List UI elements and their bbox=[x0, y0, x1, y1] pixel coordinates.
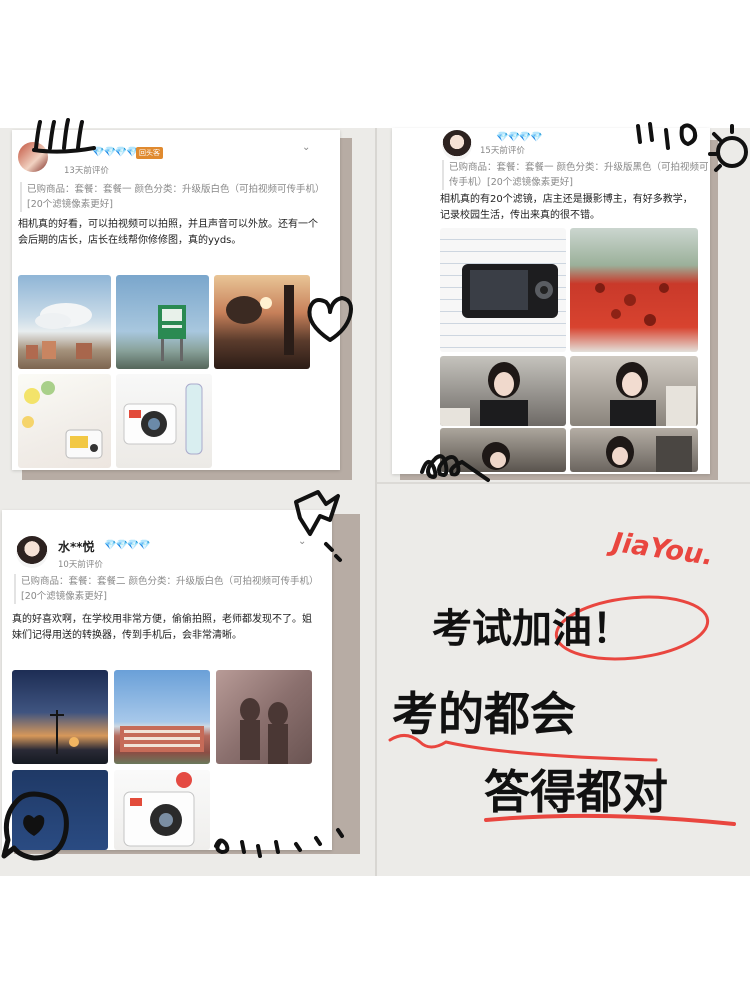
street-icon bbox=[226, 285, 294, 355]
review-photo-clouds[interactable] bbox=[18, 275, 111, 369]
returning-customer-badge: 回头客 bbox=[136, 147, 163, 159]
doodle-sun-icon bbox=[636, 122, 748, 172]
doodle-tally-icon bbox=[32, 118, 96, 154]
review-text: 相机真的好看，可以拍视频可以拍照，并且声音可以外放。还有一个会后期的店长，店长在… bbox=[18, 219, 318, 246]
username[interactable]: 水**悦 bbox=[58, 538, 95, 555]
camera-icon bbox=[22, 381, 103, 459]
review-timestamp: 15天前评价 bbox=[480, 146, 525, 156]
cloud-icon bbox=[26, 303, 92, 359]
camera-icon bbox=[123, 772, 195, 847]
review-timestamp: 13天前评价 bbox=[64, 166, 109, 176]
flowerbed-icon bbox=[595, 283, 669, 326]
review-text: 真的好喜欢啊，在学校用非常方便，偷偷拍照，老师都发现不了。姐妹们记得用送的转换器… bbox=[12, 614, 312, 641]
review-photo-school-building[interactable] bbox=[114, 670, 210, 764]
chevron-down-icon[interactable]: ⌄ bbox=[302, 142, 310, 153]
student-icon bbox=[606, 436, 692, 472]
doodle-speech-heart-icon bbox=[1, 791, 69, 861]
red-underline-stroke bbox=[484, 813, 736, 826]
review-photo-sunset-street[interactable] bbox=[214, 275, 310, 369]
user-avatar[interactable] bbox=[16, 536, 48, 568]
review-photo-dusk-sky[interactable] bbox=[12, 670, 108, 764]
doodle-bolt-icon bbox=[294, 490, 342, 562]
review-photo-classroom-girl[interactable] bbox=[570, 356, 698, 426]
tower-icon bbox=[50, 710, 79, 754]
building-icon bbox=[120, 726, 204, 752]
review-photo-camera-flowers[interactable] bbox=[18, 374, 111, 468]
student-icon bbox=[610, 362, 696, 426]
doodle-dots-icon bbox=[214, 828, 344, 858]
vip-diamond-icon: 💎💎💎💎 bbox=[104, 540, 151, 551]
review-photo-shadows[interactable] bbox=[216, 670, 312, 764]
review-text: 相机真的有20个滤镜，店主还是摄影博主，有好多教学，记录校园生活，传出来真的很不… bbox=[440, 194, 693, 221]
review-photo-sign[interactable] bbox=[116, 275, 209, 369]
shadow-icon bbox=[240, 698, 288, 764]
purchased-item-specs: 已购商品：套餐：套餐二 颜色分类：升级版白色（可拍视频可传手机）[20个滤镜像素… bbox=[14, 574, 321, 604]
review-photo-camera-bottle[interactable] bbox=[116, 374, 212, 468]
review-photo-camera-black[interactable] bbox=[440, 228, 566, 352]
review-photo-classroom-girl[interactable] bbox=[440, 356, 566, 426]
doodle-loops-icon bbox=[420, 454, 490, 482]
review-photo-red-flowers[interactable] bbox=[570, 228, 698, 352]
student-icon bbox=[440, 362, 528, 426]
fold-line-vertical bbox=[375, 128, 377, 876]
review-photo-camera-white[interactable] bbox=[114, 770, 210, 850]
camera-icon bbox=[123, 383, 203, 455]
slogan-line-1: 考试加油！ bbox=[432, 605, 632, 652]
vip-diamond-icon: 💎💎💎💎 bbox=[496, 132, 543, 143]
sign-icon bbox=[158, 305, 186, 361]
review-timestamp: 10天前评价 bbox=[58, 560, 103, 570]
user-avatar[interactable] bbox=[442, 130, 472, 160]
doodle-heart-icon bbox=[307, 296, 353, 342]
purchased-item-specs: 已购商品：套餐：套餐一 颜色分类：升级版白色（可拍视频可传手机）[20个滤镜像素… bbox=[20, 182, 327, 212]
review-photo-classroom[interactable] bbox=[570, 428, 698, 472]
review-card-1[interactable]: 💎💎💎💎 回头客 13天前评价 ⌄ 已购商品：套餐：套餐一 颜色分类：升级版白色… bbox=[12, 130, 340, 470]
camera-icon bbox=[462, 264, 558, 318]
